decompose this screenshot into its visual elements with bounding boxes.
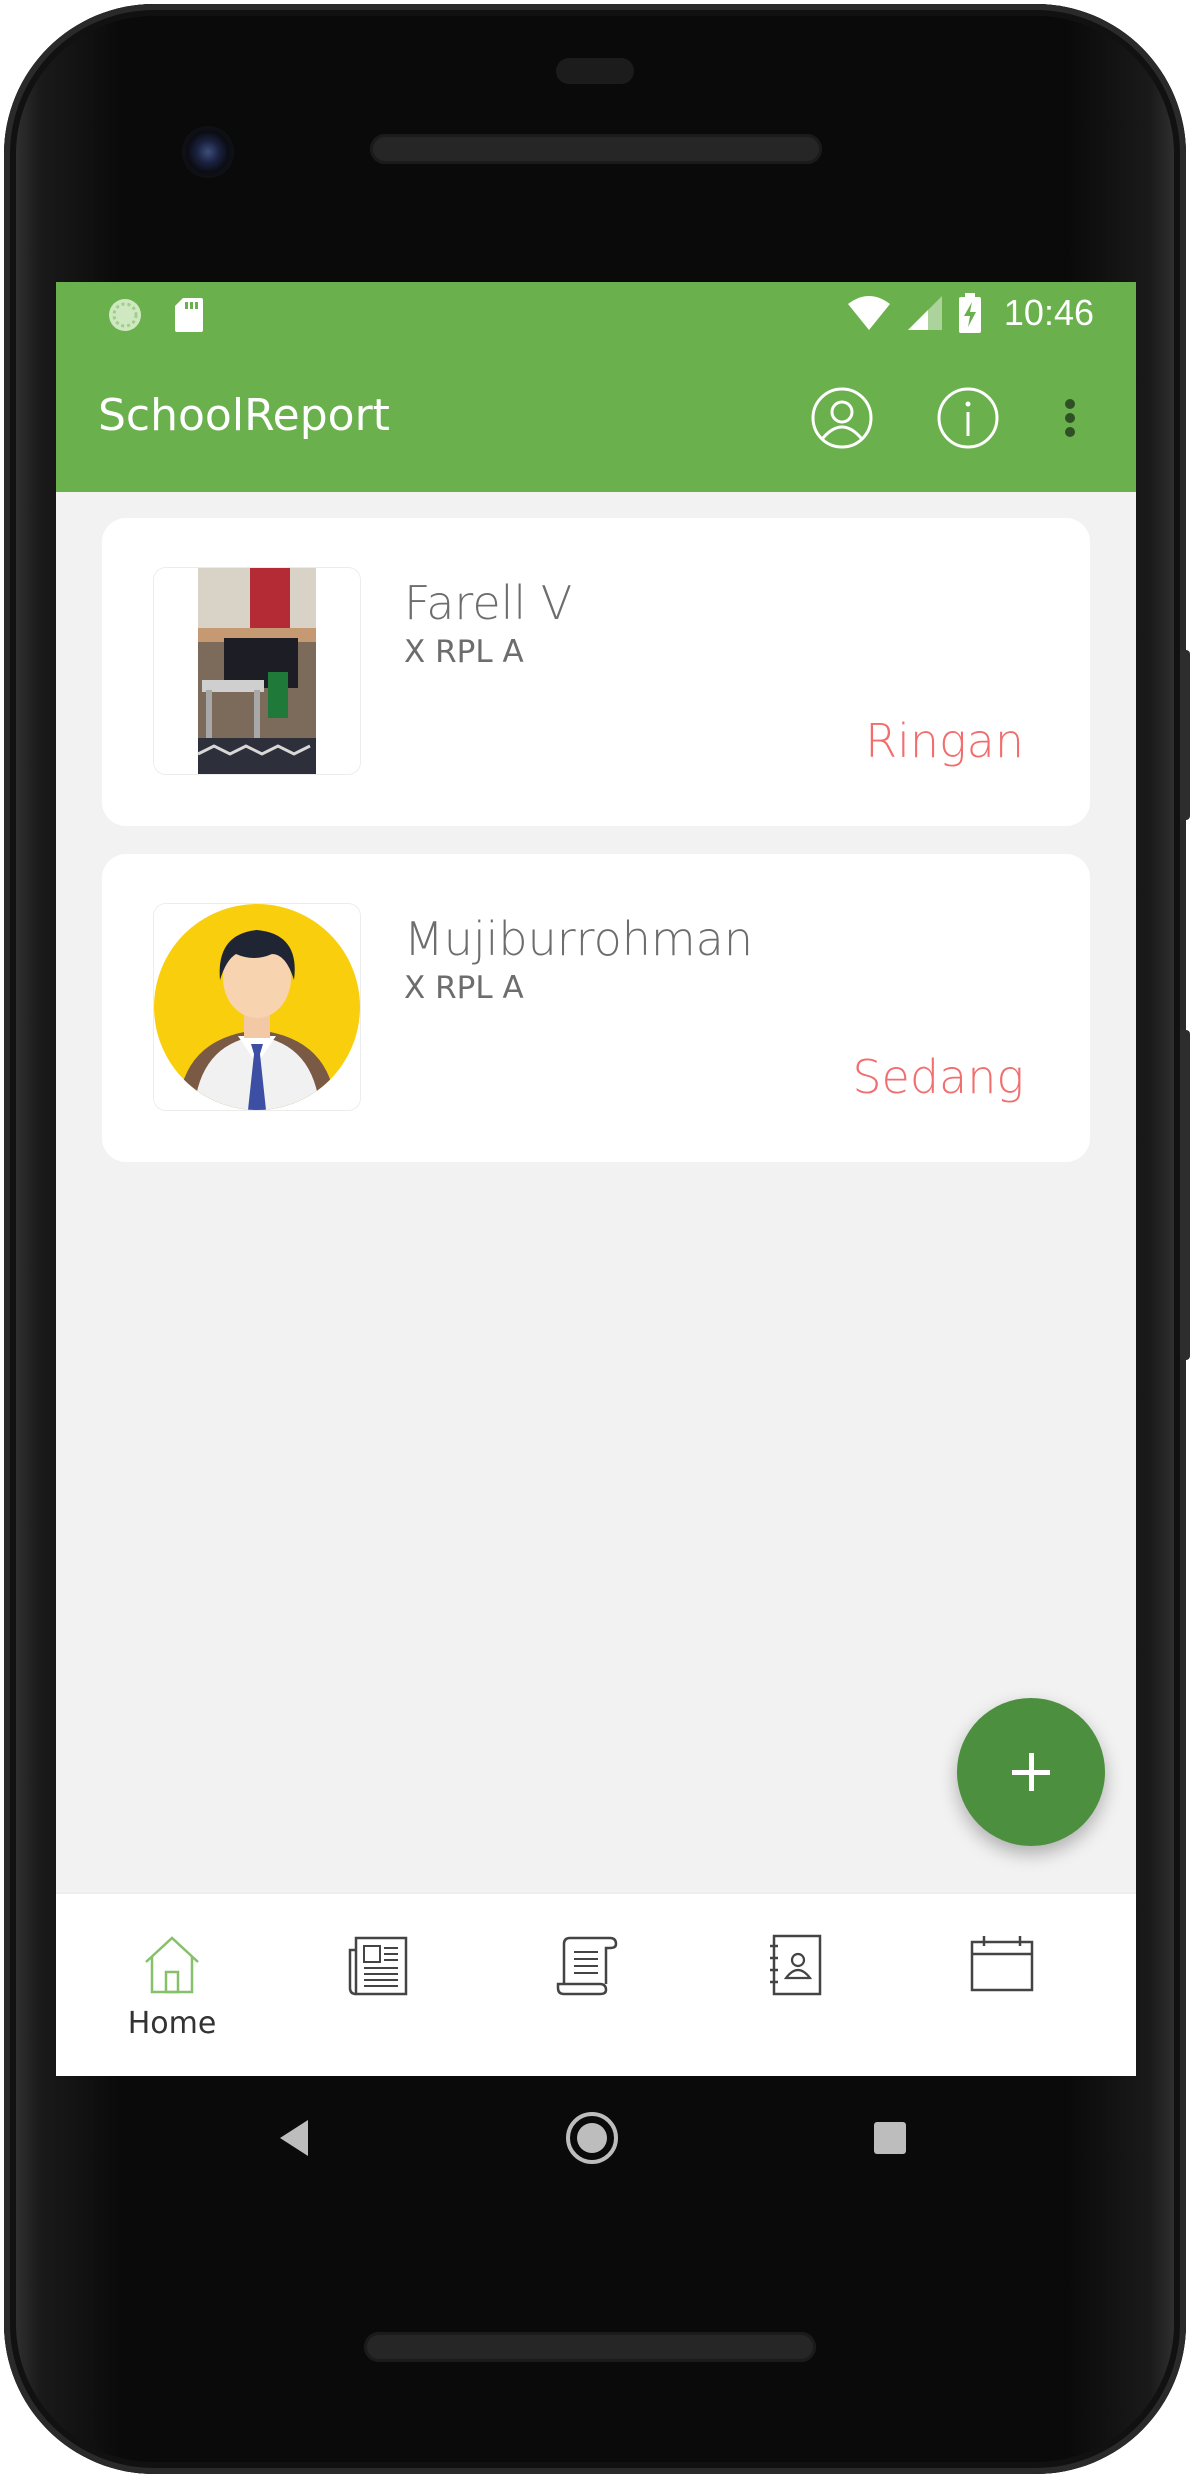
student-class: X RPL A: [404, 970, 524, 1006]
bottom-navigation: Home: [56, 1892, 1136, 2076]
calendar-icon: [970, 1936, 1034, 1992]
student-avatar: [154, 904, 360, 1110]
plus-icon: [1012, 1753, 1050, 1791]
recents-button[interactable]: [872, 2120, 908, 2156]
status-time: 10:46: [1003, 292, 1094, 333]
sync-status-icon: [109, 299, 141, 331]
app-title: SchoolReport: [98, 390, 390, 441]
student-class: X RPL A: [404, 634, 524, 670]
overflow-menu-icon[interactable]: [1050, 386, 1090, 450]
app-screen: 10:46 SchoolReport Farell V X RPL A Ring…: [56, 282, 1136, 2076]
front-camera: [182, 126, 234, 178]
back-button[interactable]: [276, 2118, 312, 2158]
cell-signal-icon: [907, 296, 942, 330]
student-photo: [154, 568, 360, 774]
nav-contacts[interactable]: [690, 1894, 898, 2076]
newspaper-icon: [348, 1936, 408, 1996]
nav-home-label: Home: [127, 2006, 217, 2041]
volume-button: [1180, 1030, 1190, 1360]
home-button[interactable]: [564, 2110, 620, 2166]
status-bar: 10:46: [56, 282, 1136, 346]
add-report-button[interactable]: [957, 1698, 1105, 1846]
profile-icon[interactable]: [810, 386, 874, 450]
report-card[interactable]: Mujiburrohman X RPL A Sedang: [102, 854, 1090, 1162]
top-speaker-grille: [370, 134, 822, 164]
earpiece: [556, 58, 634, 84]
info-icon[interactable]: [936, 386, 1000, 450]
wifi-icon: [847, 296, 890, 330]
battery-charging-icon: [958, 293, 981, 333]
nav-news[interactable]: [274, 1894, 482, 2076]
scroll-icon: [556, 1936, 618, 1996]
nav-calendar[interactable]: [898, 1894, 1106, 2076]
phone-frame: 10:46 SchoolReport Farell V X RPL A Ring…: [4, 4, 1190, 2474]
nav-home[interactable]: Home: [68, 1894, 276, 2076]
bottom-speaker-grille: [364, 2332, 816, 2362]
severity-label: Ringan: [865, 714, 1024, 768]
power-button: [1180, 650, 1190, 820]
nav-reports[interactable]: [482, 1894, 690, 2076]
sd-card-icon: [175, 298, 203, 332]
contact-book-icon: [770, 1934, 822, 1996]
report-card[interactable]: Farell V X RPL A Ringan: [102, 518, 1090, 826]
student-name: Farell V: [404, 576, 573, 630]
severity-label: Sedang: [852, 1050, 1024, 1104]
student-name: Mujiburrohman: [404, 912, 754, 966]
app-bar: SchoolReport: [56, 346, 1136, 492]
home-icon: [145, 1936, 199, 1994]
